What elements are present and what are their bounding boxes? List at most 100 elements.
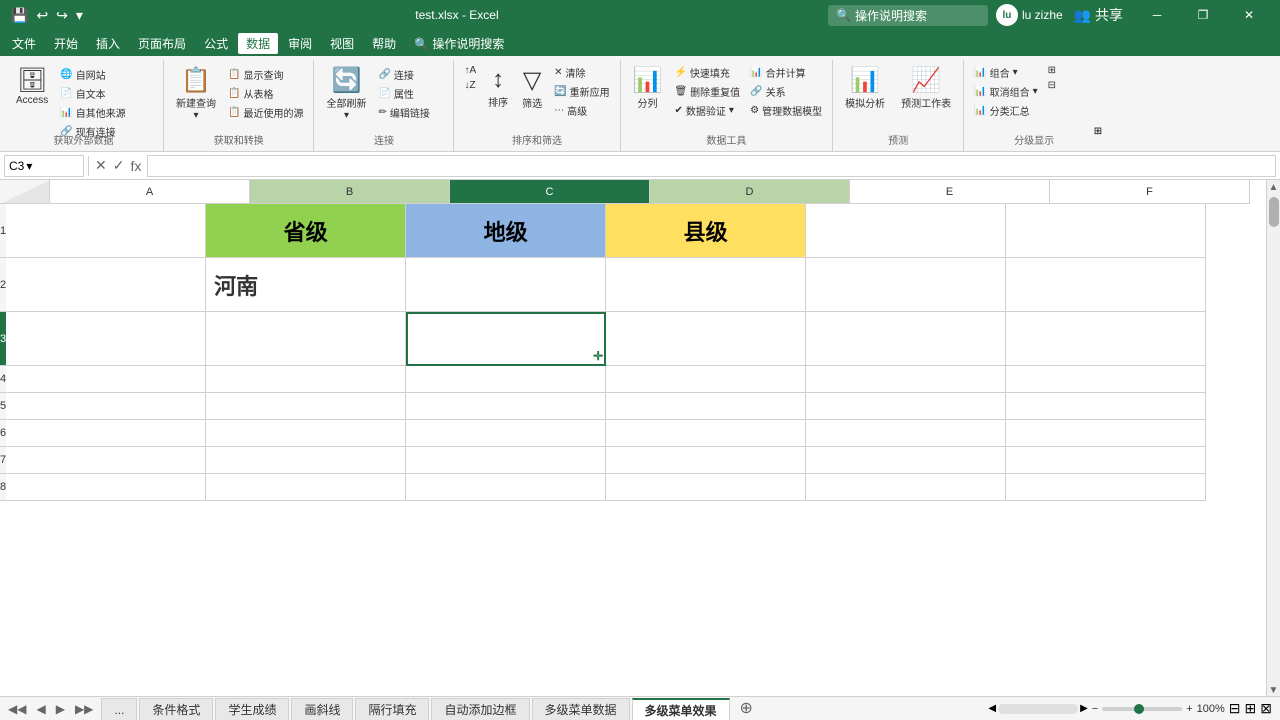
cell-F5[interactable] <box>1006 393 1206 420</box>
menu-data[interactable]: 数据 <box>238 33 278 54</box>
sheet-nav-prev[interactable]: ◀ <box>32 702 49 716</box>
cell-A1[interactable] <box>6 204 206 258</box>
cell-D5[interactable] <box>606 393 806 420</box>
outline-expand-button[interactable]: ⊞ <box>1094 126 1102 137</box>
reapply-button[interactable]: 🔄 重新应用 <box>550 83 613 100</box>
cell-D1[interactable]: 县级 <box>606 204 806 258</box>
sort-asc-button[interactable]: ↑A <box>460 64 480 77</box>
formula-confirm-button[interactable]: ✓ <box>111 155 127 176</box>
cell-C4[interactable] <box>406 366 606 393</box>
cell-D3[interactable] <box>606 312 806 366</box>
sheet-tab-auto-border[interactable]: 自动添加边框 <box>431 698 529 720</box>
cell-D7[interactable] <box>606 447 806 474</box>
cell-A3[interactable] <box>6 312 206 366</box>
cell-A4[interactable] <box>6 366 206 393</box>
restore-button[interactable]: ❐ <box>1180 0 1226 30</box>
filter-button[interactable]: ▽ 筛选 <box>516 62 548 114</box>
cell-E4[interactable] <box>806 366 1006 393</box>
what-if-button[interactable]: 📊 模拟分析 <box>839 62 891 114</box>
cell-F7[interactable] <box>1006 447 1206 474</box>
sheet-tab-menu-effect[interactable]: 多级菜单效果 <box>632 698 730 720</box>
cell-C7[interactable] <box>406 447 606 474</box>
sheet-tab-menu-data[interactable]: 多级菜单数据 <box>532 698 630 720</box>
cell-A7[interactable] <box>6 447 206 474</box>
cell-B8[interactable] <box>206 474 406 501</box>
menu-file[interactable]: 文件 <box>4 33 44 54</box>
cell-A2[interactable] <box>6 258 206 312</box>
cell-B7[interactable] <box>206 447 406 474</box>
collapse-button[interactable]: ⊟ <box>1044 79 1060 92</box>
cell-A8[interactable] <box>6 474 206 501</box>
cell-C6[interactable] <box>406 420 606 447</box>
col-header-D[interactable]: D <box>650 180 850 204</box>
cell-D6[interactable] <box>606 420 806 447</box>
col-header-A[interactable]: A <box>50 180 250 204</box>
remove-dup-button[interactable]: 🗑 删除重复值 <box>670 83 744 100</box>
vertical-scrollbar[interactable]: ▲ ▼ <box>1266 180 1280 696</box>
sheet-tab-diagonal[interactable]: 画斜线 <box>291 698 353 720</box>
properties-button[interactable]: 📄 属性 <box>374 85 433 102</box>
cell-B2[interactable]: 河南 <box>206 258 406 312</box>
h-scroll-left[interactable]: ◀ <box>988 703 996 714</box>
cell-B3[interactable] <box>206 312 406 366</box>
sheet-nav-first[interactable]: ◀◀ <box>4 702 30 716</box>
undo-button[interactable]: ↩ <box>33 5 51 26</box>
menu-insert[interactable]: 插入 <box>88 33 128 54</box>
share-button[interactable]: 👥 共享 <box>1071 3 1126 27</box>
sheet-tab-conditions[interactable]: 条件格式 <box>139 698 213 720</box>
cell-B5[interactable] <box>206 393 406 420</box>
new-query-button[interactable]: 📋 新建查询 ▾ <box>170 62 222 125</box>
scroll-up-button[interactable]: ▲ <box>1269 182 1279 193</box>
formula-cancel-button[interactable]: ✕ <box>93 155 109 176</box>
relations-button[interactable]: 🔗 关系 <box>746 83 826 100</box>
sheet-tab-more[interactable]: ... <box>101 698 137 720</box>
cell-E5[interactable] <box>806 393 1006 420</box>
cell-F6[interactable] <box>1006 420 1206 447</box>
zoom-in-button[interactable]: + <box>1186 703 1192 715</box>
page-layout-view-button[interactable]: ⊞ <box>1245 700 1257 717</box>
col-header-E[interactable]: E <box>850 180 1050 204</box>
from-table-button[interactable]: 📋 从表格 <box>224 85 307 102</box>
access-button[interactable]: 🗄 Access <box>10 62 54 110</box>
search-box[interactable]: 🔍 操作说明搜索 <box>828 5 988 26</box>
cell-C3[interactable]: ✛ <box>406 312 606 366</box>
page-break-view-button[interactable]: ⊠ <box>1260 700 1272 717</box>
sheet-nav-last[interactable]: ▶▶ <box>71 702 97 716</box>
close-button[interactable]: ✕ <box>1226 0 1272 30</box>
menu-help[interactable]: 帮助 <box>364 33 404 54</box>
cell-E8[interactable] <box>806 474 1006 501</box>
cell-C8[interactable] <box>406 474 606 501</box>
save-button[interactable]: 💾 <box>8 5 31 26</box>
edit-links-button[interactable]: ✏ 编辑链接 <box>374 104 433 121</box>
cell-F8[interactable] <box>1006 474 1206 501</box>
sheet-tab-grades[interactable]: 学生成绩 <box>215 698 289 720</box>
cell-A6[interactable] <box>6 420 206 447</box>
cell-D2[interactable] <box>606 258 806 312</box>
cell-B4[interactable] <box>206 366 406 393</box>
cell-ref-dropdown[interactable]: ▾ <box>26 159 32 173</box>
cell-F2[interactable] <box>1006 258 1206 312</box>
formula-function-button[interactable]: fx <box>128 156 143 176</box>
refresh-all-button[interactable]: 🔄 全部刷新 ▾ <box>320 62 372 125</box>
sheet-nav-next[interactable]: ▶ <box>52 702 69 716</box>
expand-button[interactable]: ⊞ <box>1044 64 1060 77</box>
group-button[interactable]: 📊 组合 ▾ <box>970 64 1041 81</box>
menu-review[interactable]: 审阅 <box>280 33 320 54</box>
menu-home[interactable]: 开始 <box>46 33 86 54</box>
normal-view-button[interactable]: ⊟ <box>1229 700 1241 717</box>
cell-A5[interactable] <box>6 393 206 420</box>
cell-F1[interactable] <box>1006 204 1206 258</box>
cell-B6[interactable] <box>206 420 406 447</box>
col-header-B[interactable]: B <box>250 180 450 204</box>
zoom-slider[interactable] <box>1102 707 1182 711</box>
advanced-button[interactable]: ⋯ 高级 <box>550 102 613 119</box>
cell-C1[interactable]: 地级 <box>406 204 606 258</box>
cell-E7[interactable] <box>806 447 1006 474</box>
col-header-F[interactable]: F <box>1050 180 1250 204</box>
consolidate-button[interactable]: 📊 合并计算 <box>746 64 826 81</box>
subtotal-button[interactable]: 📊 分类汇总 <box>970 102 1041 119</box>
split-col-button[interactable]: 📊 分列 <box>627 62 669 114</box>
validate-button[interactable]: ✔ 数据验证 ▾ <box>670 102 744 119</box>
forecast-button[interactable]: 📈 预测工作表 <box>895 62 957 114</box>
cell-E2[interactable] <box>806 258 1006 312</box>
